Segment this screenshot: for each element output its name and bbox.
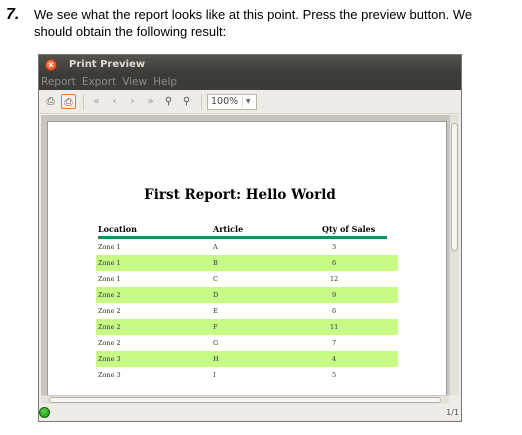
- horizontal-scroll-thumb[interactable]: [49, 397, 441, 403]
- vertical-scrollbar[interactable]: [449, 115, 459, 395]
- table-row: Zone 1 B 6: [96, 255, 398, 271]
- cell-qty: 6: [332, 259, 337, 267]
- cell-qty: 9: [332, 291, 337, 299]
- next-page-icon[interactable]: ›: [125, 94, 140, 109]
- cell-article: G: [213, 339, 219, 347]
- table-row: Zone 2 D 9: [96, 287, 398, 303]
- cell-location: Zone 1: [98, 275, 121, 283]
- cell-qty: 11: [330, 323, 339, 331]
- previous-page-icon[interactable]: ‹: [107, 94, 122, 109]
- print-icon[interactable]: ⎙: [43, 94, 58, 109]
- column-header-article: Article: [213, 224, 244, 234]
- cell-qty: 3: [332, 243, 337, 251]
- table-row: Zone 2 E 6: [96, 303, 398, 319]
- column-header-qty: Qty of Sales: [322, 224, 376, 234]
- cell-location: Zone 3: [98, 371, 121, 379]
- first-page-icon[interactable]: «: [89, 94, 104, 109]
- report-title: First Report: Hello World: [144, 187, 336, 203]
- table-row: Zone 2 F 11: [96, 319, 398, 335]
- cell-article: D: [213, 291, 219, 299]
- table-row: Zone 2 G 7: [96, 335, 398, 351]
- table-row: Zone 3 H 4: [96, 351, 398, 367]
- print-setup-icon[interactable]: ⎙: [61, 94, 76, 109]
- print-preview-window: × Print Preview Report Export View Help …: [38, 54, 462, 422]
- page-count: 1/1: [446, 408, 459, 417]
- cell-article: H: [213, 355, 219, 363]
- zoom-select[interactable]: 100% ▼: [207, 93, 257, 110]
- step-number: 7.: [6, 6, 20, 23]
- menu-export[interactable]: Export: [82, 76, 116, 88]
- table-row: Zone 3 I 5: [96, 367, 398, 383]
- cell-qty: 4: [332, 355, 337, 363]
- toolbar-separator: [83, 93, 84, 110]
- last-page-icon[interactable]: »: [143, 94, 158, 109]
- toolbar: ⎙ ⎙ « ‹ › » ⚲ ⚲ 100% ▼: [39, 90, 461, 114]
- table-row: Zone 1 A 3: [96, 239, 398, 255]
- status-bar: 1/1: [39, 405, 461, 421]
- cell-location: Zone 2: [98, 323, 121, 331]
- menu-view[interactable]: View: [122, 76, 147, 88]
- cell-qty: 6: [332, 307, 337, 315]
- cell-article: F: [213, 323, 218, 331]
- cell-article: I: [213, 371, 216, 379]
- menu-report[interactable]: Report: [41, 76, 76, 88]
- cell-location: Zone 1: [98, 259, 121, 267]
- column-header-location: Location: [98, 224, 137, 234]
- zoom-in-icon[interactable]: ⚲: [161, 94, 176, 109]
- cell-location: Zone 2: [98, 339, 121, 347]
- cell-location: Zone 2: [98, 291, 121, 299]
- close-icon[interactable]: ×: [45, 58, 57, 71]
- menu-help[interactable]: Help: [153, 76, 177, 88]
- zoom-value: 100%: [211, 96, 239, 107]
- horizontal-scrollbar[interactable]: [41, 395, 449, 404]
- menu-bar: Report Export View Help: [39, 74, 461, 90]
- cell-article: E: [213, 307, 218, 315]
- cell-article: B: [213, 259, 218, 267]
- cell-article: C: [213, 275, 218, 283]
- window-titlebar: × Print Preview: [39, 55, 461, 74]
- status-indicator-icon: [39, 407, 50, 418]
- chevron-down-icon[interactable]: ▼: [242, 96, 253, 107]
- cell-location: Zone 1: [98, 243, 121, 251]
- cell-location: Zone 2: [98, 307, 121, 315]
- table-row: Zone 1 C 12: [96, 271, 398, 287]
- vertical-scroll-thumb[interactable]: [451, 123, 458, 251]
- cell-article: A: [213, 243, 218, 251]
- step-instruction: We see what the report looks like at thi…: [34, 7, 473, 39]
- cell-location: Zone 3: [98, 355, 121, 363]
- zoom-out-icon[interactable]: ⚲: [179, 94, 194, 109]
- preview-canvas: First Report: Hello World Location Artic…: [41, 115, 449, 395]
- report-page: First Report: Hello World Location Artic…: [47, 121, 447, 395]
- cell-qty: 7: [332, 339, 337, 347]
- window-title: Print Preview: [69, 59, 146, 70]
- cell-qty: 12: [330, 275, 339, 283]
- cell-qty: 5: [332, 371, 337, 379]
- toolbar-separator: [201, 93, 202, 110]
